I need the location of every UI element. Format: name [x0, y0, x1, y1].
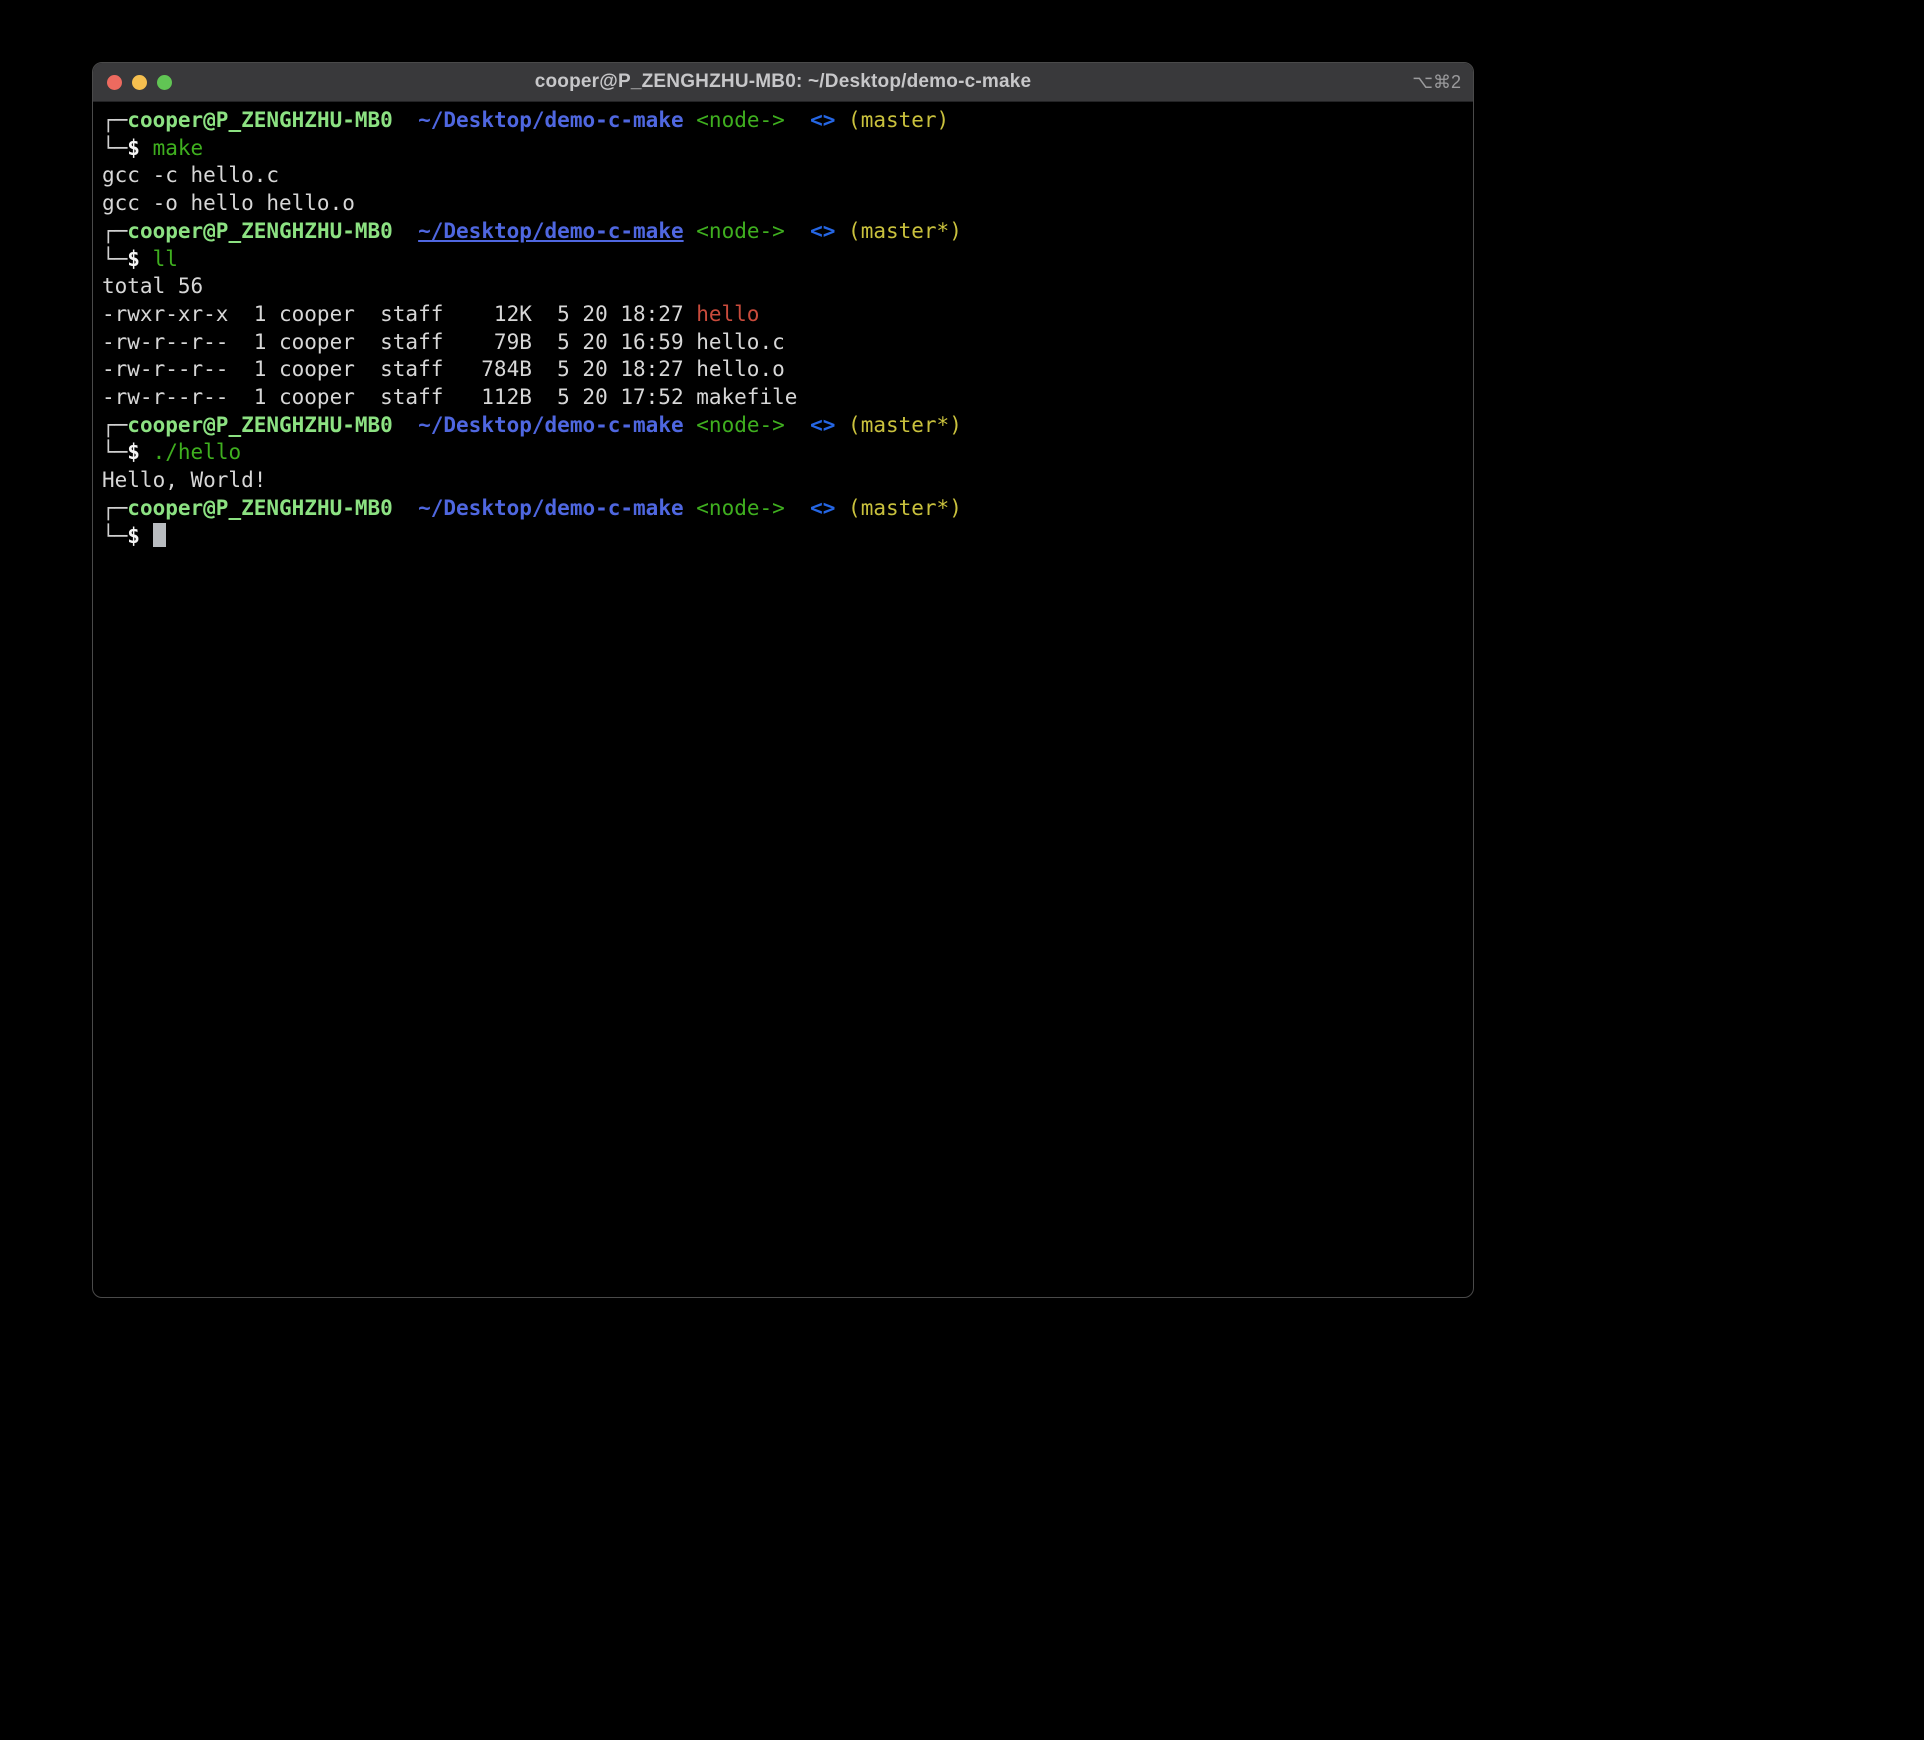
terminal-text-segment: [140, 136, 153, 160]
prompt-line-3: ┌─cooper@P_ZENGHZHU-MB0 ~/Desktop/demo-c…: [102, 412, 1464, 440]
prompt-line-4: ┌─cooper@P_ZENGHZHU-MB0 ~/Desktop/demo-c…: [102, 495, 1464, 523]
input-line-with-cursor: └─$: [102, 523, 1464, 551]
traffic-lights: [107, 63, 172, 101]
terminal-text-segment: -rw-r--r-- 1 cooper staff 112B 5 20 17:5…: [102, 385, 797, 409]
terminal-text-segment: total 56: [102, 274, 203, 298]
terminal-text-segment: <>: [810, 219, 835, 243]
terminal-text-segment: [684, 219, 697, 243]
terminal-text-segment: └─: [102, 524, 127, 548]
prompt-line-2: ┌─cooper@P_ZENGHZHU-MB0 ~/Desktop/demo-c…: [102, 218, 1464, 246]
minimize-button[interactable]: [132, 75, 147, 90]
titlebar[interactable]: cooper@P_ZENGHZHU-MB0: ~/Desktop/demo-c-…: [93, 63, 1473, 102]
terminal-text-segment: hello: [696, 302, 759, 326]
terminal-text-segment: -rwxr-xr-x 1 cooper staff 12K 5 20 18:27: [102, 302, 696, 326]
terminal-text-segment: [835, 219, 848, 243]
terminal-text-segment: ┌─: [102, 496, 127, 520]
terminal-text-segment: └─: [102, 247, 127, 271]
terminal-window: cooper@P_ZENGHZHU-MB0: ~/Desktop/demo-c-…: [92, 62, 1474, 1298]
terminal-text-segment: └─: [102, 440, 127, 464]
terminal-text-segment: <>: [810, 496, 835, 520]
terminal-text-segment: [140, 440, 153, 464]
terminal-text-segment: $: [127, 247, 140, 271]
output-line-hello-world: Hello, World!: [102, 467, 1464, 495]
prompt-line-1: ┌─cooper@P_ZENGHZHU-MB0 ~/Desktop/demo-c…: [102, 107, 1464, 135]
terminal-text-segment: [393, 219, 418, 243]
terminal-text-segment: gcc -c hello.c: [102, 163, 279, 187]
output-line-total: total 56: [102, 273, 1464, 301]
listing-row-hello: -rwxr-xr-x 1 cooper staff 12K 5 20 18:27…: [102, 301, 1464, 329]
terminal-text-segment: <node->: [696, 496, 785, 520]
terminal-text-segment: ~/Desktop/demo-c-make: [418, 108, 684, 132]
terminal-text-segment: ~/Desktop/demo-c-make: [418, 413, 684, 437]
terminal-text-segment: Hello, World!: [102, 468, 266, 492]
terminal-text-segment: cooper@P_ZENGHZHU-MB0: [127, 219, 393, 243]
terminal-text-segment: ~/Desktop/demo-c-make: [418, 496, 684, 520]
close-button[interactable]: [107, 75, 122, 90]
terminal-screen[interactable]: ┌─cooper@P_ZENGHZHU-MB0 ~/Desktop/demo-c…: [93, 102, 1473, 555]
terminal-text-segment: [140, 524, 153, 548]
terminal-text-segment: [393, 108, 418, 132]
terminal-text-segment: (master): [848, 108, 949, 132]
terminal-text-segment: [393, 496, 418, 520]
window-shortcut-badge: ⌥⌘2: [1412, 63, 1461, 101]
terminal-text-segment: [835, 413, 848, 437]
desktop-background: cooper@P_ZENGHZHU-MB0: ~/Desktop/demo-c-…: [0, 0, 1924, 1740]
terminal-text-segment: [785, 413, 810, 437]
terminal-text-segment: -rw-r--r-- 1 cooper staff 784B 5 20 18:2…: [102, 357, 785, 381]
terminal-text-segment: [393, 413, 418, 437]
terminal-text-segment: [684, 413, 697, 437]
terminal-text-segment: [785, 219, 810, 243]
command-line-make: └─$ make: [102, 135, 1464, 163]
terminal-text-segment: [684, 496, 697, 520]
terminal-text-segment: ~/Desktop/demo-c-make: [418, 219, 684, 243]
listing-row-hello-o: -rw-r--r-- 1 cooper staff 784B 5 20 18:2…: [102, 356, 1464, 384]
terminal-text-segment: <node->: [696, 413, 785, 437]
terminal-text-segment: -rw-r--r-- 1 cooper staff 79B 5 20 16:59…: [102, 330, 785, 354]
terminal-text-segment: $: [127, 524, 140, 548]
zoom-button[interactable]: [157, 75, 172, 90]
window-title: cooper@P_ZENGHZHU-MB0: ~/Desktop/demo-c-…: [93, 71, 1473, 93]
terminal-text-segment: $: [127, 136, 140, 160]
terminal-text-segment: [785, 496, 810, 520]
command-line-ll: └─$ ll: [102, 246, 1464, 274]
terminal-text-segment: [835, 108, 848, 132]
listing-row-hello-c: -rw-r--r-- 1 cooper staff 79B 5 20 16:59…: [102, 329, 1464, 357]
terminal-text-segment: cooper@P_ZENGHZHU-MB0: [127, 413, 393, 437]
terminal-text-segment: gcc -o hello hello.o: [102, 191, 355, 215]
terminal-text-segment: ./hello: [153, 440, 242, 464]
terminal-text-segment: [785, 108, 810, 132]
output-line-gcc-link: gcc -o hello hello.o: [102, 190, 1464, 218]
text-cursor: [153, 523, 166, 547]
terminal-text-segment: └─: [102, 136, 127, 160]
output-line-gcc-compile: gcc -c hello.c: [102, 162, 1464, 190]
terminal-text-segment: <>: [810, 413, 835, 437]
terminal-text-segment: ┌─: [102, 413, 127, 437]
terminal-text-segment: (master*): [848, 413, 962, 437]
terminal-text-segment: (master*): [848, 219, 962, 243]
terminal-text-segment: <>: [810, 108, 835, 132]
terminal-text-segment: [140, 247, 153, 271]
terminal-text-segment: make: [153, 136, 204, 160]
terminal-text-segment: [835, 496, 848, 520]
terminal-text-segment: (master*): [848, 496, 962, 520]
command-line-run-hello: └─$ ./hello: [102, 439, 1464, 467]
terminal-text-segment: [684, 108, 697, 132]
terminal-text-segment: <node->: [696, 219, 785, 243]
terminal-text-segment: ll: [153, 247, 178, 271]
terminal-text-segment: cooper@P_ZENGHZHU-MB0: [127, 108, 393, 132]
terminal-text-segment: $: [127, 440, 140, 464]
listing-row-makefile: -rw-r--r-- 1 cooper staff 112B 5 20 17:5…: [102, 384, 1464, 412]
terminal-text-segment: <node->: [696, 108, 785, 132]
terminal-text-segment: cooper@P_ZENGHZHU-MB0: [127, 496, 393, 520]
terminal-text-segment: ┌─: [102, 219, 127, 243]
terminal-text-segment: ┌─: [102, 108, 127, 132]
